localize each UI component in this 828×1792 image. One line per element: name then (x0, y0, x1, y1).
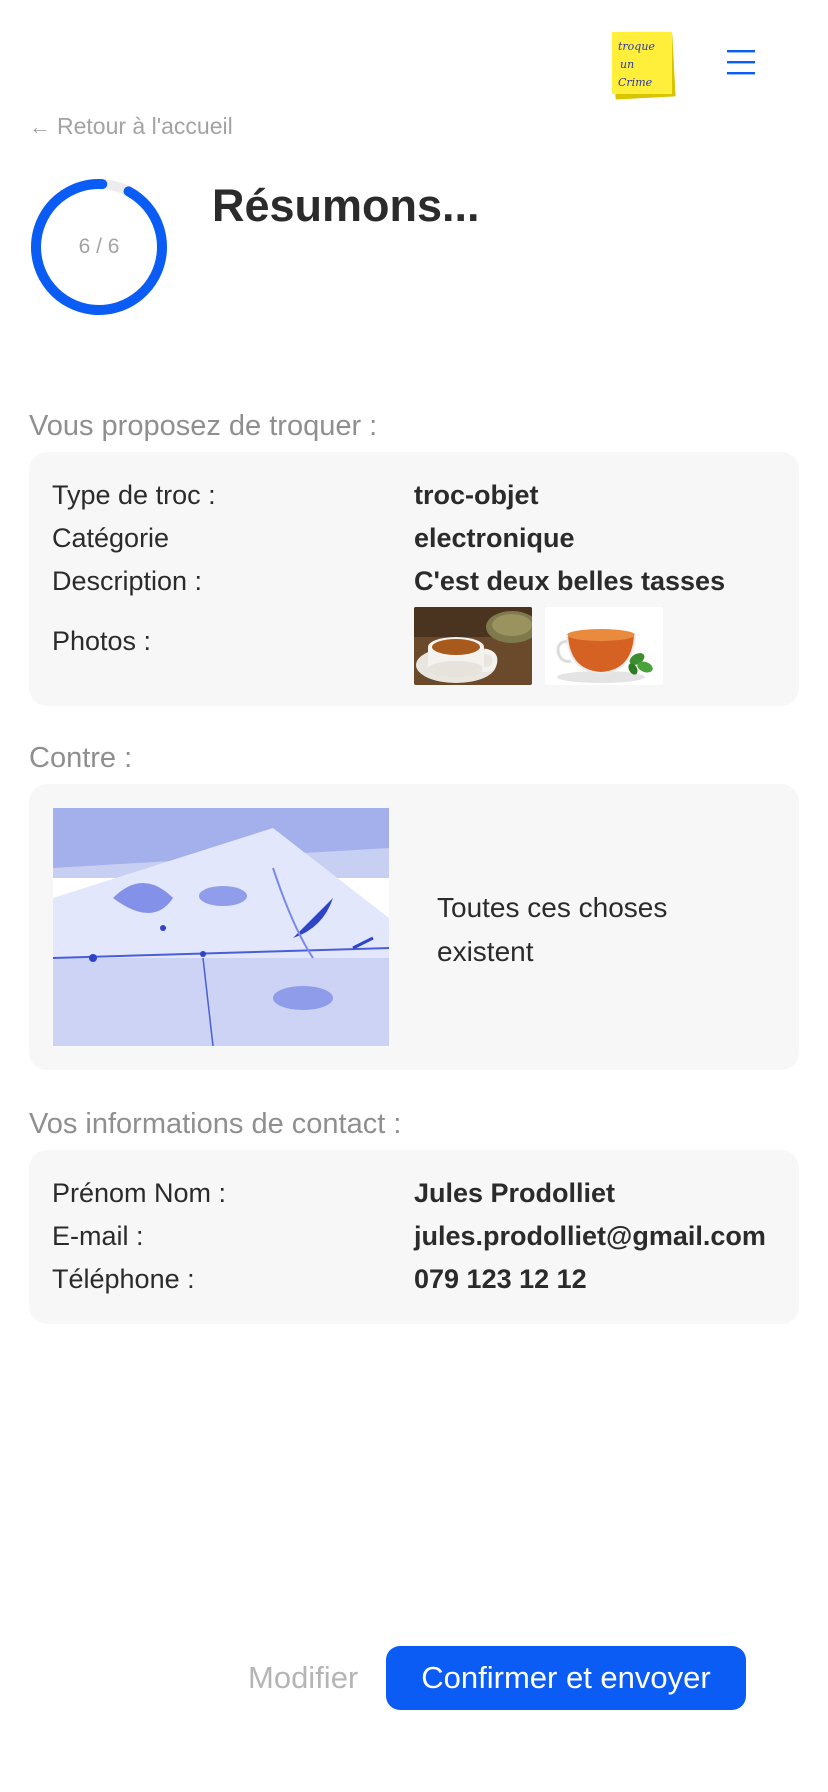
arrow-left-icon: ← (29, 113, 51, 139)
row-label: Téléphone : (52, 1264, 195, 1294)
against-description: Toutes ces choses existent (437, 892, 668, 967)
tea-cup-with-herbs-photo[interactable] (414, 607, 532, 685)
row-label: E-mail : (52, 1221, 144, 1251)
contact-heading: Vos informations de contact : (29, 1108, 402, 1140)
svg-text:un: un (620, 58, 634, 71)
progress-label: 6 / 6 (78, 235, 120, 258)
modify-button[interactable]: Modifier (236, 1646, 370, 1710)
svg-text:Crime: Crime (618, 76, 653, 89)
contact-card: Prénom Nom : Jules Prodolliet E-mail : j… (29, 1150, 799, 1324)
blue-sketch-still-life-image[interactable] (53, 808, 389, 1046)
tea-cup-with-mint-photo[interactable] (545, 607, 663, 685)
row-value: C'est deux belles tasses (414, 566, 726, 596)
row-label: Catégorie (52, 523, 170, 553)
offer-heading: Vous proposez de troquer : (29, 410, 378, 442)
row-value: troc-objet (414, 480, 539, 510)
confirm-and-send-button[interactable]: Confirmer et envoyer (386, 1646, 746, 1710)
logo[interactable]: troque un Crime (610, 30, 678, 102)
offer-card: Type de troc : troc-objet Catégorie elec… (29, 452, 799, 706)
against-heading: Contre : (29, 742, 133, 774)
row-value: Jules Prodolliet (414, 1178, 616, 1208)
row-value: jules.prodolliet@gmail.com (414, 1221, 766, 1251)
row-label: Description : (52, 566, 203, 596)
page-title: Résumons... (212, 180, 480, 231)
against-card: Toutes ces choses existent (29, 784, 799, 1070)
row-label: Prénom Nom : (52, 1178, 227, 1208)
back-to-home-link[interactable]: ← Retour à l'accueil (29, 113, 233, 140)
svg-text:troque: troque (618, 40, 655, 53)
row-label: Type de troc : (52, 480, 216, 510)
row-value: electronique (414, 523, 575, 553)
back-link-label: Retour à l'accueil (57, 113, 233, 139)
hamburger-menu-icon[interactable] (724, 46, 758, 78)
photos-label: Photos : (52, 626, 152, 656)
row-value: 079 123 12 12 (414, 1264, 587, 1294)
